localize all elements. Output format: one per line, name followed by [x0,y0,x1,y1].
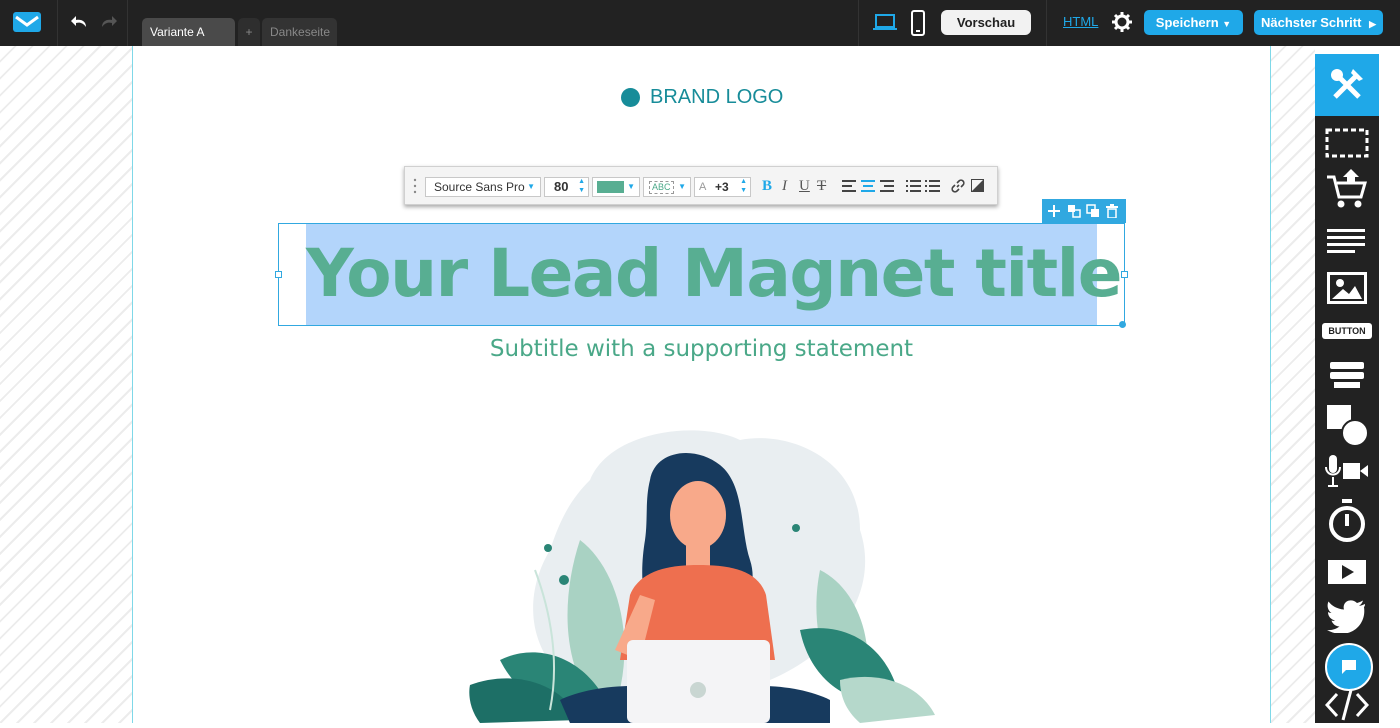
mobile-view-icon[interactable] [910,10,926,36]
caret-down-icon: ▼ [627,182,635,191]
resize-handle-left[interactable] [275,271,282,278]
text-color-swatch [597,181,624,193]
font-size-input[interactable]: 80 ▲ ▼ [544,177,589,197]
caret-down-icon: ▼ [1222,19,1232,29]
clear-format-icon[interactable] [971,179,984,192]
text-format-toolbar: Source Sans Pro ▼ 80 ▲ ▼ ▼ ABC ▼ A +3 ▲ ▼ … [404,166,998,205]
cart-icon [1327,169,1367,208]
add-icon[interactable] [1047,204,1061,218]
stepper-icon: ▲ ▼ [740,178,747,194]
video-icon [1328,560,1366,584]
audio-video-icon [1325,455,1368,487]
bullet-list-icon[interactable] [906,180,921,192]
timer-widget[interactable] [1315,498,1379,544]
section-widget[interactable] [1315,120,1379,166]
divider [1046,0,1047,46]
align-left-icon[interactable] [842,180,856,192]
font-family-value: Source Sans Pro [434,180,525,194]
letter-spacing-icon: A [699,181,707,193]
tab-dankeseite[interactable]: Dankeseite [262,18,337,46]
gear-icon[interactable] [1112,12,1132,32]
undo-redo-group [58,0,128,46]
page-title[interactable]: Your Lead Magnet title [306,228,1123,320]
button-widget[interactable]: BUTTON [1315,308,1379,354]
next-step-label: Nächster Schritt [1261,15,1362,30]
drag-handle-icon[interactable] [413,177,417,195]
resize-handle-right[interactable] [1121,271,1128,278]
trash-icon[interactable] [1106,204,1118,218]
form-widget[interactable] [1315,352,1379,398]
page-subtitle[interactable]: Subtitle with a supporting statement [133,334,1270,364]
duplicate-icon[interactable] [1086,204,1100,218]
save-button-label: Speichern [1155,15,1219,30]
caret-down-icon: ▼ [678,182,686,191]
text-widget[interactable] [1315,219,1379,265]
tab-add-button[interactable]: + [238,18,260,46]
link-icon[interactable] [951,179,965,193]
highlight-color-picker[interactable]: ABC ▼ [643,177,691,197]
redo-icon[interactable] [98,12,118,32]
shapes-widget[interactable] [1315,402,1379,448]
bold-icon[interactable]: B [762,178,772,195]
code-icon [1325,689,1369,721]
chat-bubble-icon [1342,660,1356,674]
letter-spacing-value: +3 [715,180,729,194]
align-right-icon[interactable] [880,180,894,192]
video-widget[interactable] [1315,549,1379,595]
caret-down-icon: ▼ [527,182,535,191]
brand-logo[interactable]: BRAND LOGO [621,86,783,108]
canvas-margin-right [1270,46,1315,723]
tools-button[interactable] [1315,54,1379,116]
widget-sidebar: BUTTON [1315,54,1379,723]
app-logo[interactable] [0,0,58,46]
font-family-select[interactable]: Source Sans Pro ▼ [425,177,541,197]
next-step-button[interactable]: Nächster Schritt ▶ [1254,10,1383,35]
brand-dot-icon [621,87,640,107]
image-widget[interactable] [1315,265,1379,311]
desktop-view-icon[interactable] [873,13,897,33]
letter-spacing-input[interactable]: A +3 ▲ ▼ [694,177,751,197]
top-bar: Variante A + Dankeseite Vorschau HTML Sp… [0,0,1400,46]
text-color-picker[interactable]: ▼ [592,177,640,197]
undo-icon[interactable] [70,12,90,32]
brand-logo-text: BRAND LOGO [650,85,784,108]
align-center-icon[interactable] [861,180,875,192]
strikethrough-icon[interactable]: T [817,178,826,195]
woman-with-laptop-illustration[interactable] [440,420,960,723]
chat-button[interactable] [1325,643,1373,691]
image-icon [1327,272,1367,304]
numbered-list-icon[interactable] [925,180,940,192]
bring-to-front-icon[interactable] [1067,204,1081,218]
italic-icon[interactable]: I [782,178,787,195]
font-size-value: 80 [554,179,569,194]
preview-button[interactable]: Vorschau [941,10,1031,35]
resize-handle-corner[interactable] [1119,321,1126,328]
save-button[interactable]: Speichern ▼ [1144,10,1243,35]
timer-icon [1329,499,1365,542]
audio-video-widget[interactable] [1315,448,1379,494]
canvas-margin-left [0,46,132,723]
envelope-logo-icon [13,12,41,32]
twitter-icon [1327,600,1365,633]
button-widget-label: BUTTON [1322,323,1372,339]
text-icon [1327,229,1365,253]
form-icon [1330,362,1364,388]
guide-line-right [1270,46,1271,723]
tab-variante-a[interactable]: Variante A [142,18,235,46]
highlight-preview: ABC [649,181,674,194]
html-link[interactable]: HTML [1063,14,1098,29]
element-tools [1042,199,1126,223]
stepper-icon: ▲ ▼ [578,178,585,194]
shapes-icon [1327,405,1369,447]
cart-widget[interactable] [1315,166,1379,212]
caret-right-icon: ▶ [1369,19,1376,29]
section-icon [1325,128,1369,158]
twitter-widget[interactable] [1315,593,1379,639]
tools-icon [1331,69,1363,99]
guide-line-left [132,46,133,723]
underline-icon[interactable]: U [799,178,810,195]
divider [858,0,859,46]
